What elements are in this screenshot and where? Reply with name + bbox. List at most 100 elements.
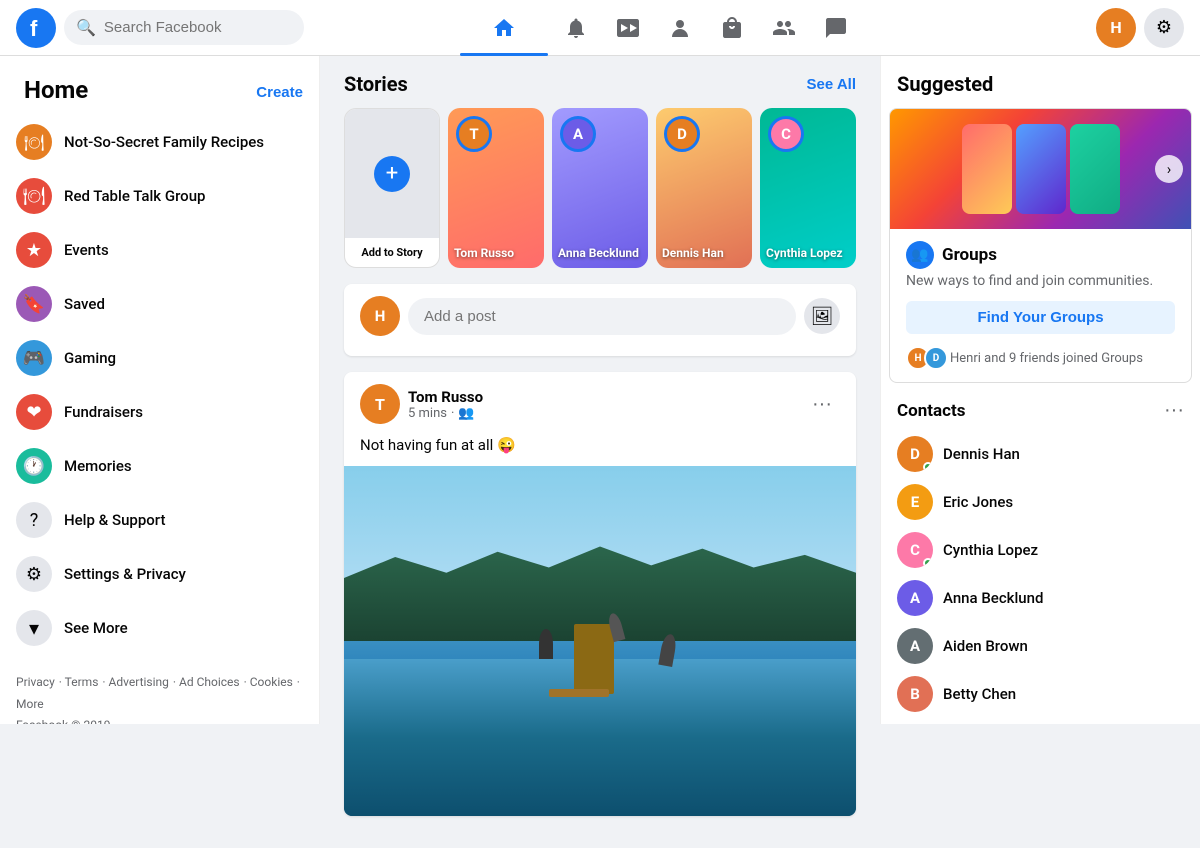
- groups-card-title: 👥 Groups: [906, 241, 1175, 269]
- story-avatar-anna: A: [560, 116, 596, 152]
- contact-avatar-betty-chen: B: [897, 676, 933, 712]
- post-dot: ·: [451, 406, 454, 421]
- topnav-right: H ⚙: [984, 8, 1184, 48]
- see-all-stories-button[interactable]: See All: [807, 76, 856, 93]
- sidebar-item-settings[interactable]: ⚙ Settings & Privacy: [8, 548, 311, 600]
- sidebar-label-redtable: Red Table Talk Group: [64, 187, 205, 205]
- footer-adchoices-link[interactable]: Ad Choices: [179, 675, 240, 689]
- footer-copyright: Facebook © 2019: [16, 715, 303, 724]
- friend-avatar-2: D: [924, 346, 948, 370]
- stories-title: Stories: [344, 72, 408, 96]
- contacts-section: Contacts ··· D Dennis Han E Eric Jones C…: [889, 399, 1192, 724]
- friends-joined: H D Henri and 9 friends joined Groups: [906, 346, 1175, 370]
- contact-item-cynthia-lopez[interactable]: C Cynthia Lopez: [897, 526, 1184, 574]
- contact-item-eric-jones[interactable]: E Eric Jones: [897, 478, 1184, 526]
- topnav: f 🔍 H ⚙: [0, 0, 1200, 56]
- nav-profile-button[interactable]: [656, 4, 704, 52]
- nav-marketplace-button[interactable]: [708, 4, 756, 52]
- groups-card-title-text: Groups: [942, 245, 997, 265]
- groups-feature-icon: 👥: [906, 241, 934, 269]
- post-box: H 🖼: [344, 284, 856, 356]
- contact-name-anna-becklund: Anna Becklund: [943, 589, 1043, 607]
- contact-avatar-cynthia-lopez: C: [897, 532, 933, 568]
- add-story-card[interactable]: + Add to Story: [344, 108, 440, 268]
- profile-avatar[interactable]: H: [1096, 8, 1136, 48]
- groups-card-next-icon[interactable]: ›: [1155, 155, 1183, 183]
- contact-avatar-eric-jones: E: [897, 484, 933, 520]
- story-card-cynthia[interactable]: C Cynthia Lopez: [760, 108, 856, 268]
- groups-card: › 👥 Groups New ways to find and join com…: [889, 108, 1192, 383]
- contact-item-aiden-brown[interactable]: A Aiden Brown: [897, 622, 1184, 670]
- create-button[interactable]: Create: [256, 80, 303, 105]
- footer-privacy-link[interactable]: Privacy: [16, 675, 55, 689]
- events-icon: ★: [16, 232, 52, 268]
- footer-more-link[interactable]: More: [16, 697, 44, 711]
- sidebar-label-gaming: Gaming: [64, 349, 116, 367]
- sidebar-header: Home Create: [8, 72, 311, 112]
- sidebar: Home Create 🍽 Not-So-Secret Family Recip…: [0, 56, 320, 724]
- story-avatar-dennis: D: [664, 116, 700, 152]
- recipes-icon: 🍽: [16, 124, 52, 160]
- contact-avatar-aiden-brown: A: [897, 628, 933, 664]
- nav-watch-button[interactable]: [604, 4, 652, 52]
- sidebar-item-events[interactable]: ★ Events: [8, 224, 311, 276]
- search-input[interactable]: [104, 19, 292, 36]
- post-user-avatar-1: T: [360, 384, 400, 424]
- friends-avatars: H D: [906, 346, 942, 370]
- sidebar-label-memories: Memories: [64, 457, 132, 475]
- groups-card-description: New ways to find and join communities.: [906, 273, 1175, 289]
- sidebar-item-recipes[interactable]: 🍽 Not-So-Secret Family Recipes: [8, 116, 311, 168]
- post-time-1: 5 mins: [408, 406, 447, 421]
- facebook-logo[interactable]: f: [16, 8, 56, 48]
- suggested-title: Suggested: [889, 72, 1192, 108]
- contact-name-cynthia-lopez: Cynthia Lopez: [943, 541, 1038, 559]
- groups-card-image: ›: [890, 109, 1191, 229]
- story-card-dennis[interactable]: D Dennis Han: [656, 108, 752, 268]
- post-input[interactable]: [408, 298, 796, 335]
- contacts-more-button[interactable]: ···: [1164, 399, 1184, 422]
- svg-text:f: f: [30, 16, 38, 41]
- sidebar-item-saved[interactable]: 🔖 Saved: [8, 278, 311, 330]
- saved-icon: 🔖: [16, 286, 52, 322]
- story-card-tom[interactable]: T Tom Russo: [448, 108, 544, 268]
- post-box-avatar: H: [360, 296, 400, 336]
- footer-cookies-link[interactable]: Cookies: [250, 675, 293, 689]
- sidebar-item-help[interactable]: ? Help & Support: [8, 494, 311, 546]
- post-user-name-1[interactable]: Tom Russo: [408, 388, 796, 406]
- post-image-1: [344, 466, 856, 816]
- right-sidebar: Suggested › 👥 Groups New ways to find an…: [880, 56, 1200, 724]
- contact-item-dennis-han[interactable]: D Dennis Han: [897, 430, 1184, 478]
- search-bar[interactable]: 🔍: [64, 10, 304, 45]
- sidebar-item-fundraisers[interactable]: ❤ Fundraisers: [8, 386, 311, 438]
- sidebar-item-gaming[interactable]: 🎮 Gaming: [8, 332, 311, 384]
- stories-section: Stories See All + Add to Story T Tom Rus…: [344, 72, 856, 268]
- sidebar-label-fundraisers: Fundraisers: [64, 403, 143, 421]
- sidebar-item-redtable[interactable]: 🍽 Red Table Talk Group: [8, 170, 311, 222]
- sidebar-item-memories[interactable]: 🕐 Memories: [8, 440, 311, 492]
- post-more-button-1[interactable]: ···: [804, 389, 840, 420]
- contact-item-anna-becklund[interactable]: A Anna Becklund: [897, 574, 1184, 622]
- settings-button[interactable]: ⚙: [1144, 8, 1184, 48]
- sidebar-title: Home: [16, 72, 96, 112]
- contact-name-dennis-han: Dennis Han: [943, 445, 1020, 463]
- post-photo-button[interactable]: 🖼: [804, 298, 840, 334]
- find-groups-button[interactable]: Find Your Groups: [906, 301, 1175, 334]
- post-box-top: H 🖼: [360, 296, 840, 336]
- story-name-dennis: Dennis Han: [662, 246, 746, 260]
- contact-item-dan-brown[interactable]: D Dan Brown: [897, 718, 1184, 724]
- post-header-1: T Tom Russo 5 mins · 👥 ···: [344, 372, 856, 436]
- add-story-top: +: [345, 109, 439, 238]
- contact-item-betty-chen[interactable]: B Betty Chen: [897, 670, 1184, 718]
- sidebar-label-events: Events: [64, 241, 109, 259]
- story-card-anna[interactable]: A Anna Becklund: [552, 108, 648, 268]
- nav-messenger-button[interactable]: [812, 4, 860, 52]
- footer-terms-link[interactable]: Terms: [65, 675, 99, 689]
- nav-home-button[interactable]: [460, 4, 548, 52]
- footer-advertising-link[interactable]: Advertising: [109, 675, 169, 689]
- sidebar-item-seemore[interactable]: ▾ See More: [8, 602, 311, 654]
- feed-post-1: T Tom Russo 5 mins · 👥 ··· Not having fu…: [344, 372, 856, 816]
- nav-groups-button[interactable]: [760, 4, 808, 52]
- gaming-icon: 🎮: [16, 340, 52, 376]
- nav-notifications-button[interactable]: [552, 4, 600, 52]
- chevron-down-icon: ▾: [29, 616, 39, 640]
